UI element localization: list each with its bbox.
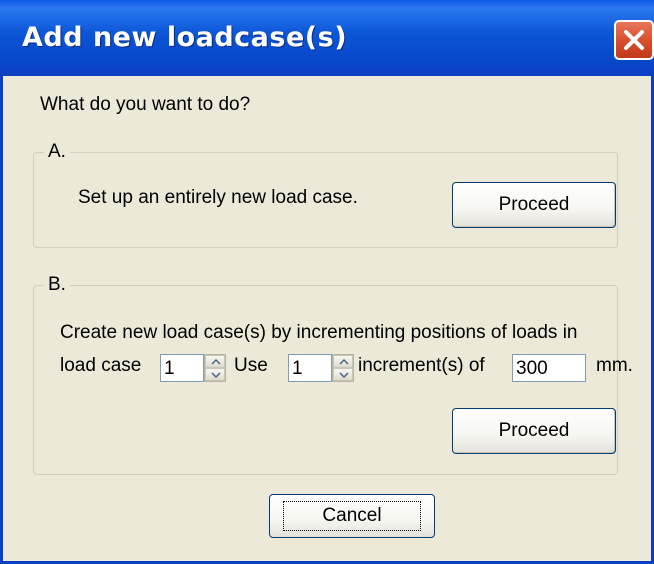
use-spin-down[interactable] <box>333 368 353 381</box>
load-case-spinner[interactable] <box>204 354 226 382</box>
section-b-description: Create new load case(s) by incrementing … <box>60 322 578 343</box>
section-b-proceed-button[interactable]: Proceed <box>452 408 616 454</box>
section-a-legend: A. <box>44 141 70 163</box>
increment-label: increment(s) of <box>358 355 485 376</box>
prompt-text: What do you want to do? <box>40 94 251 115</box>
increment-input[interactable]: 300 <box>512 354 586 382</box>
cancel-button[interactable]: Cancel <box>269 494 435 538</box>
use-spinner[interactable] <box>332 354 354 382</box>
use-input[interactable]: 1 <box>288 354 332 382</box>
load-case-label: load case <box>60 355 142 376</box>
dialog-window: Add new loadcase(s) What do you want to … <box>0 0 654 564</box>
chevron-down-icon <box>339 372 349 378</box>
use-label: Use <box>234 355 268 376</box>
section-a-proceed-button[interactable]: Proceed <box>452 182 616 228</box>
chevron-up-icon <box>339 359 349 365</box>
chevron-down-icon <box>211 372 221 378</box>
unit-label: mm. <box>596 355 633 376</box>
window-title: Add new loadcase(s) <box>22 22 348 53</box>
section-b-legend: B. <box>44 274 70 296</box>
close-button[interactable] <box>614 20 654 60</box>
chevron-up-icon <box>211 359 221 365</box>
section-b-group: B. Create new load case(s) by incrementi… <box>33 274 633 475</box>
use-spin-up[interactable] <box>333 355 353 368</box>
close-icon <box>624 30 644 50</box>
section-a-group: A. Set up an entirely new load case. Pro… <box>33 141 618 248</box>
section-a-description: Set up an entirely new load case. <box>78 187 358 208</box>
cancel-focus-ring <box>283 501 421 531</box>
load-case-input[interactable]: 1 <box>160 354 204 382</box>
title-bar[interactable]: Add new loadcase(s) <box>0 0 654 76</box>
load-case-spin-down[interactable] <box>205 368 225 381</box>
load-case-spin-up[interactable] <box>205 355 225 368</box>
